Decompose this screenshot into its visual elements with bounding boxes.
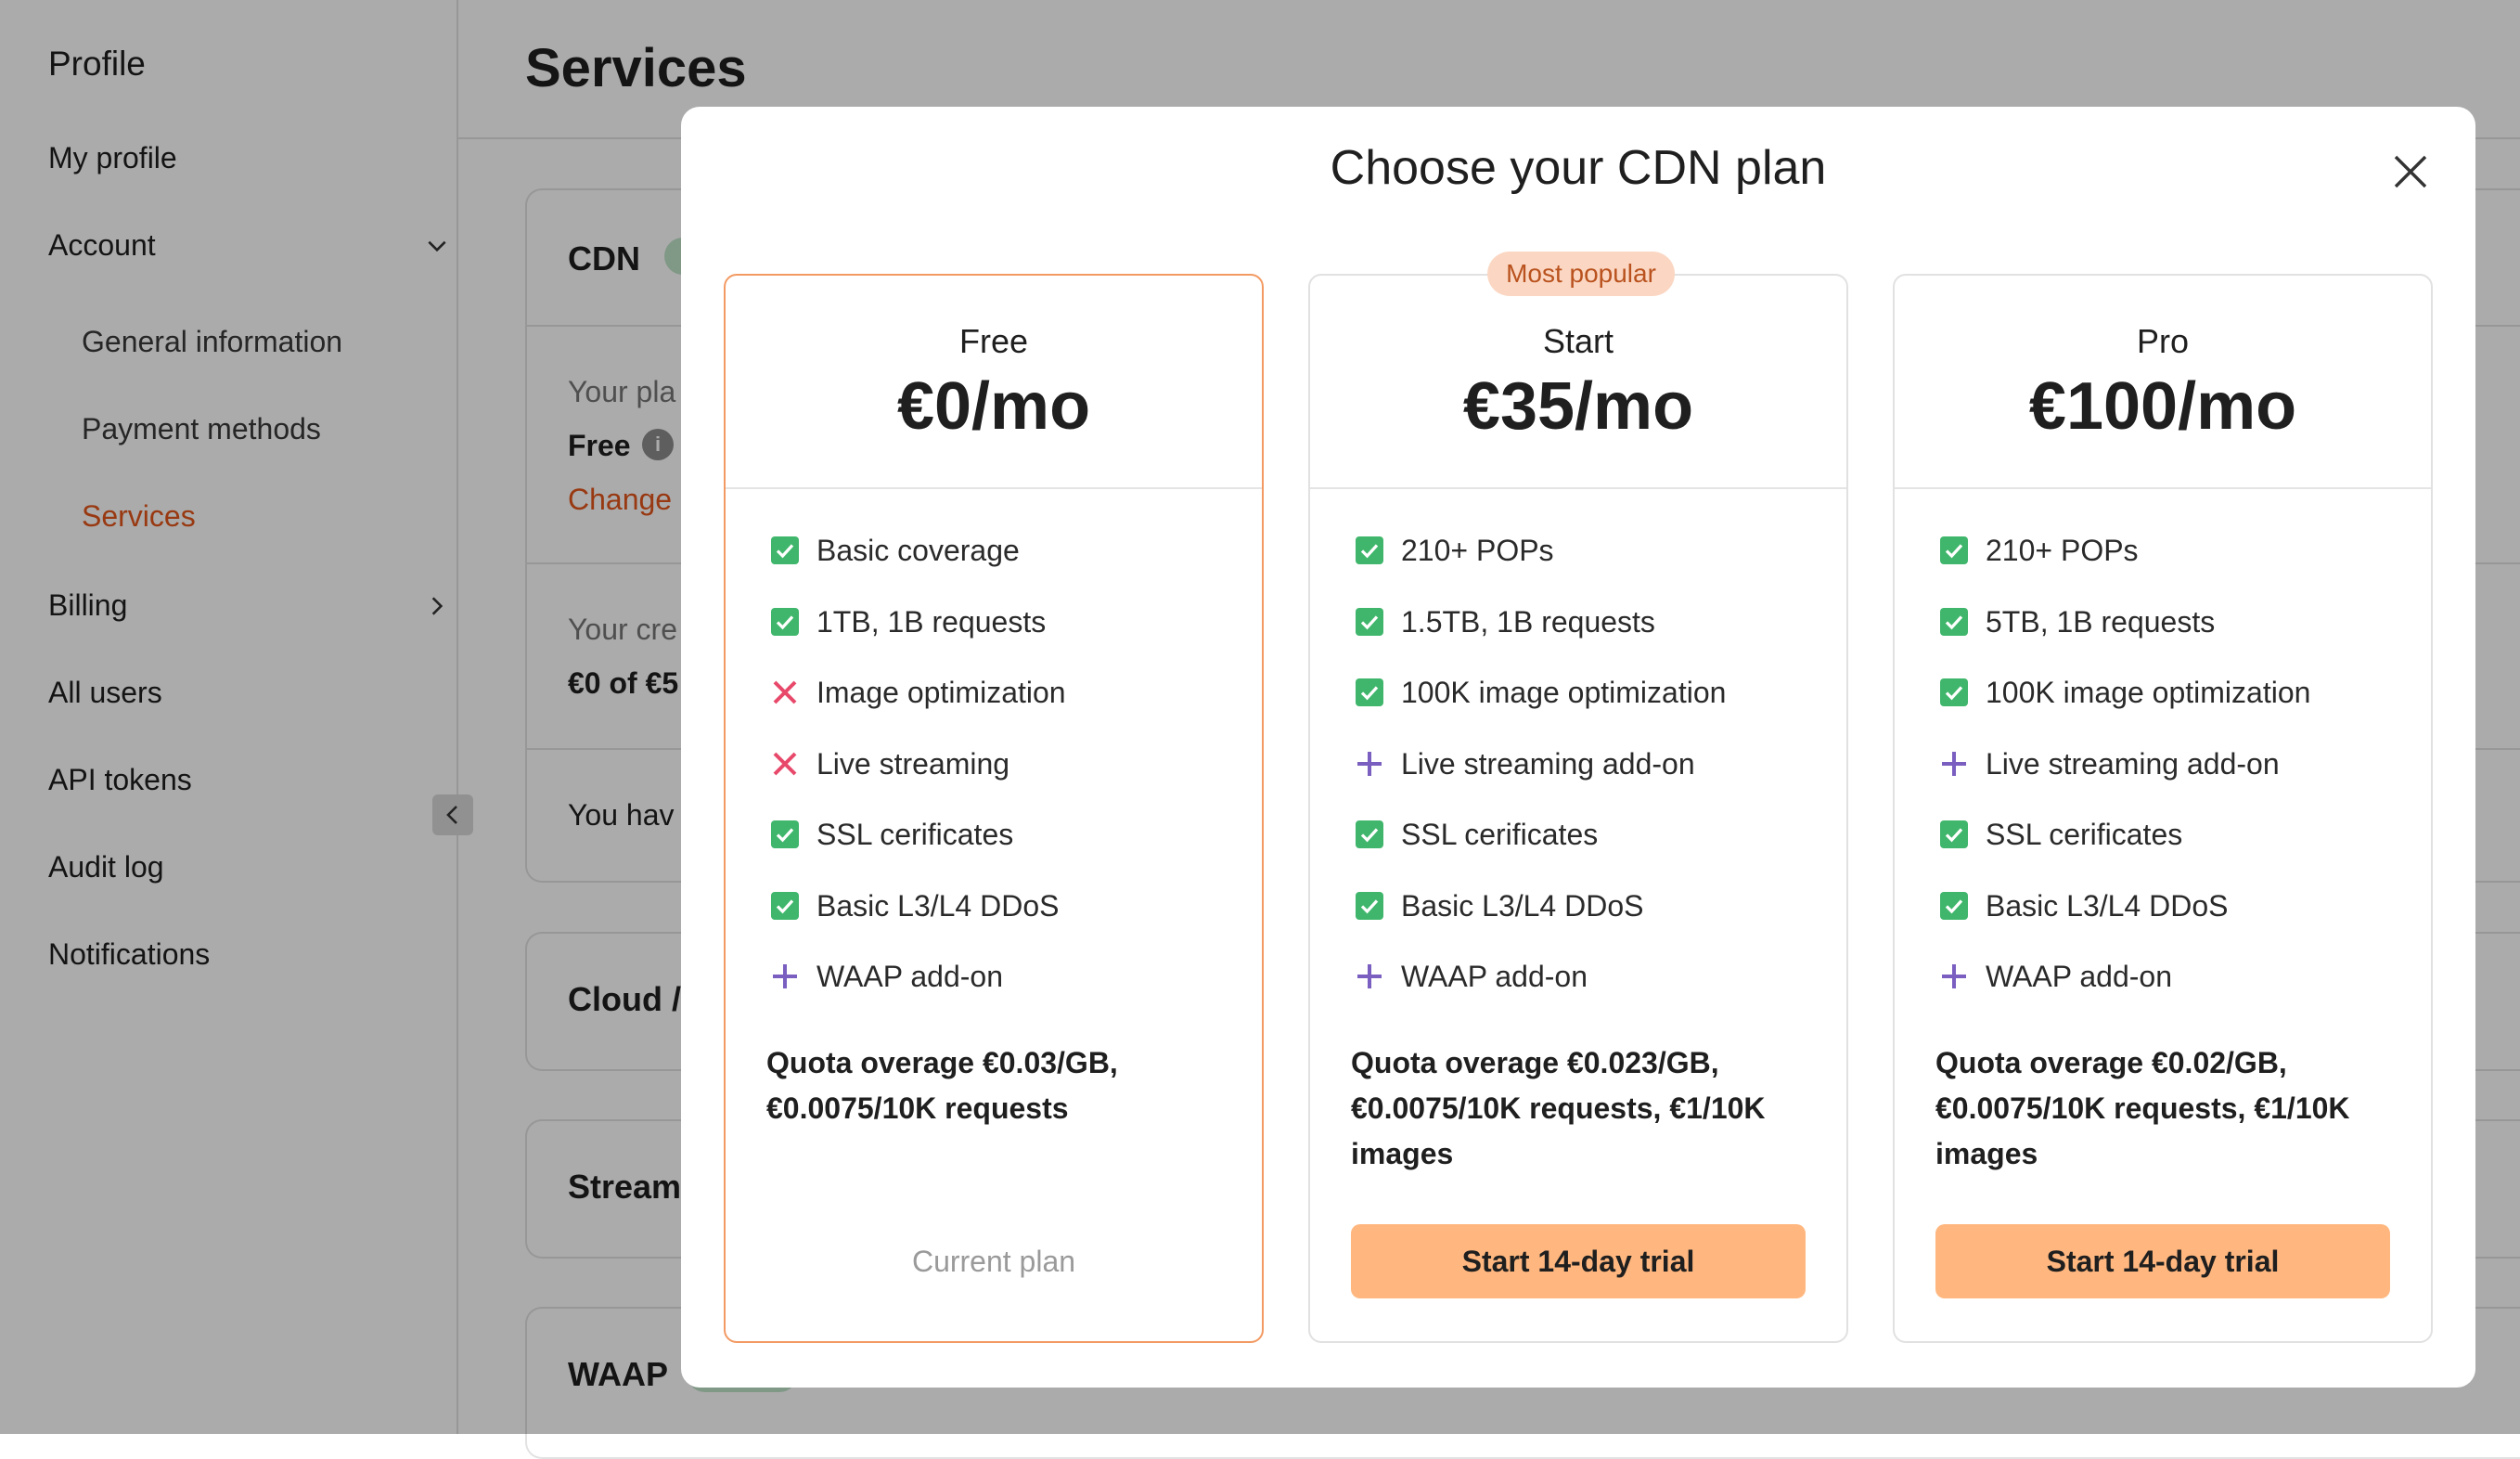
feature-text: 210+ POPs [1401,534,1554,567]
feature-text: Live streaming add-on [1401,746,1695,781]
feature-text: SSL cerificates [1401,818,1599,851]
plus-icon [1942,964,1966,988]
check-icon [1356,820,1383,848]
feature-item: Basic coverage [770,534,1262,605]
feature-text: 100K image optimization [1401,676,1727,709]
feature-item: WAAP add-on [1355,960,1846,1031]
check-icon [1356,607,1383,636]
plan-card-start: Start €35/mo 210+ POPs 1.5TB, 1B requests… [1308,274,1848,1343]
plan-header: Free €0/mo [726,276,1262,489]
feature-item: SSL cerificates [1355,818,1846,889]
quota-overage: Quota overage €0.02/GB, €0.0075/10K requ… [1935,1045,2350,1170]
cross-icon [773,752,797,775]
feature-item: WAAP add-on [1939,960,2431,1031]
current-plan-label: Current plan [911,1245,1076,1278]
check-icon [771,891,799,920]
feature-list: 210+ POPs 5TB, 1B requests 100K image opti… [1895,489,2431,1031]
check-icon [1940,820,1968,848]
feature-text: 100K image optimization [1986,676,2311,709]
check-icon [1940,536,1968,564]
plan-header: Pro €100/mo [1895,276,2431,489]
feature-text: 1TB, 1B requests [816,604,1047,639]
cross-icon [773,680,797,704]
check-icon [1940,891,1968,920]
start-trial-button[interactable]: Start 14-day trial [1351,1224,1806,1298]
modal-title: Choose your CDN plan [1330,141,1827,195]
check-icon [1940,678,1968,706]
feature-list: Basic coverage 1TB, 1B requests Image opti… [726,489,1262,1031]
check-icon [771,607,799,636]
feature-text: WAAP add-on [1401,960,1588,993]
feature-text: WAAP add-on [816,960,1003,993]
feature-item: SSL cerificates [770,818,1262,889]
feature-item: Basic L3/L4 DDoS [1939,889,2431,961]
plan-footer: Start 14-day trial [1935,1224,2390,1298]
feature-text: SSL cerificates [816,818,1014,851]
close-icon[interactable] [2388,149,2433,194]
check-icon [771,536,799,564]
feature-text: Live streaming add-on [1986,746,2280,781]
plus-icon [1942,751,1966,776]
feature-text: Basic coverage [816,534,1020,567]
plus-icon [773,964,797,988]
plus-icon [1357,751,1382,776]
feature-list: 210+ POPs 1.5TB, 1B requests 100K image op… [1310,489,1846,1031]
check-icon [1356,678,1383,706]
start-trial-button[interactable]: Start 14-day trial [1935,1224,2390,1298]
plan-card-free: Free €0/mo Basic coverage 1TB, 1B request… [724,274,1264,1343]
plan-price: €35/mo [1462,369,1694,444]
plan-name: Free [958,322,1029,360]
feature-item: SSL cerificates [1939,818,2431,889]
feature-item: WAAP add-on [770,960,1262,1031]
feature-item: 210+ POPs [1939,534,2431,605]
feature-item: 5TB, 1B requests [1939,605,2431,677]
feature-item: Image optimization [770,676,1262,747]
feature-text: Live streaming [816,746,1010,781]
feature-item: Live streaming add-on [1939,747,2431,819]
feature-item: 1TB, 1B requests [770,605,1262,677]
plus-icon [1357,964,1382,988]
check-icon [771,820,799,848]
check-icon [1356,891,1383,920]
feature-item: Basic L3/L4 DDoS [1355,889,1846,961]
feature-item: 1.5TB, 1B requests [1355,605,1846,677]
feature-text: Basic L3/L4 DDoS [1401,888,1644,923]
feature-text: SSL cerificates [1986,818,2183,851]
plan-footer: Start 14-day trial [1351,1224,1806,1298]
plan-header: Start €35/mo [1310,276,1846,489]
feature-item: 210+ POPs [1355,534,1846,605]
feature-text: Basic L3/L4 DDoS [1986,888,2229,923]
plan-price: €100/mo [2028,369,2297,444]
plan-footer: Current plan [766,1224,1221,1298]
feature-item: Basic L3/L4 DDoS [770,889,1262,961]
feature-text: 5TB, 1B requests [1986,604,2216,639]
quota-overage: Quota overage €0.03/GB, €0.0075/10K requ… [766,1045,1118,1125]
feature-text: Image optimization [816,676,1066,709]
feature-text: 1.5TB, 1B requests [1401,604,1655,639]
check-icon [1940,607,1968,636]
plan-name: Pro [2136,322,2190,360]
feature-item: 100K image optimization [1939,676,2431,747]
choose-plan-modal: Choose your CDN plan Free €0/mo Basic co… [681,107,2475,1388]
feature-item: Live streaming [770,747,1262,819]
quota-overage: Quota overage €0.023/GB, €0.0075/10K req… [1351,1045,1766,1170]
feature-item: 100K image optimization [1355,676,1846,747]
feature-text: Basic L3/L4 DDoS [816,888,1060,923]
feature-text: WAAP add-on [1986,960,2172,993]
feature-text: 210+ POPs [1986,534,2139,567]
most-popular-badge: Most popular [1487,252,1675,296]
feature-item: Live streaming add-on [1355,747,1846,819]
plan-price: €0/mo [896,369,1091,444]
check-icon [1356,536,1383,564]
plan-card-pro: Pro €100/mo 210+ POPs 5TB, 1B requests 100… [1893,274,2433,1343]
